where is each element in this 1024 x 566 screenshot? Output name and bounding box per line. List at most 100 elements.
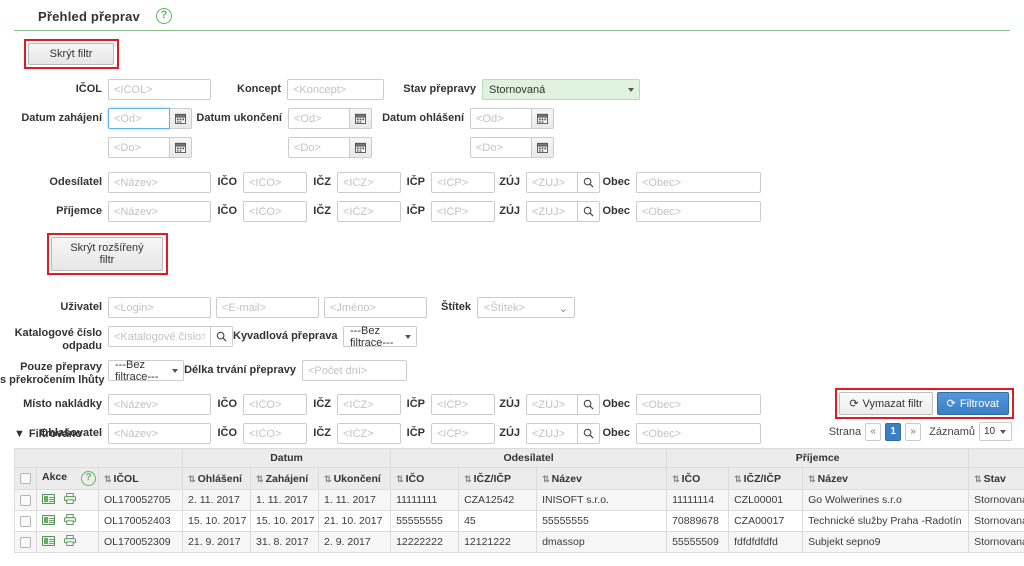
table-row[interactable]: OL170052309 21. 9. 2017 31. 8. 2017 2. 9…	[14, 531, 1024, 553]
koncept-input[interactable]	[287, 79, 384, 100]
row-checkbox[interactable]	[20, 536, 31, 548]
misto-ico-input[interactable]	[243, 394, 307, 415]
ohlasovatel-icz-input[interactable]	[337, 423, 401, 444]
uzivatel-jmeno-input[interactable]	[324, 297, 427, 318]
uzivatel-login-input[interactable]	[108, 297, 211, 318]
datum-zahajeni-to-input[interactable]	[108, 137, 170, 158]
calendar-icon[interactable]	[350, 108, 372, 129]
datum-ohlaseni-to-input[interactable]	[470, 137, 532, 158]
page-next-button[interactable]: »	[905, 422, 922, 441]
calendar-icon[interactable]	[350, 137, 372, 158]
stav-prepravy-select[interactable]: Stornovaná	[482, 79, 640, 100]
page-title: Přehled přeprav	[38, 8, 140, 24]
prijemce-icz-input[interactable]	[337, 201, 401, 222]
column-header-ukonceni[interactable]: ⇅ Ukončení	[318, 467, 392, 490]
calendar-icon[interactable]	[532, 137, 554, 158]
odesilatel-zuj-input[interactable]	[526, 172, 578, 193]
search-icon[interactable]	[578, 201, 600, 222]
column-header-zahajeni[interactable]: ⇅ Zahájení	[250, 467, 320, 490]
filter-row-uzivatel: Uživatel Štítek <Štítek> ⌄	[0, 297, 1024, 318]
delka-input[interactable]	[302, 360, 407, 381]
prijemce-zuj-input[interactable]	[526, 201, 578, 222]
print-icon[interactable]	[64, 514, 76, 526]
ohlasovatel-icp-input[interactable]	[431, 423, 495, 444]
prijemce-ico-input[interactable]	[243, 201, 307, 222]
odesilatel-nazev-input[interactable]	[108, 172, 211, 193]
column-header-icol[interactable]: ⇅ IČOL	[97, 467, 184, 490]
row-checkbox[interactable]	[20, 494, 31, 506]
uzivatel-email-input[interactable]	[216, 297, 319, 318]
table-row[interactable]: OL170052403 15. 10. 2017 15. 10. 2017 21…	[14, 510, 1024, 532]
detail-icon[interactable]	[42, 514, 55, 525]
search-icon[interactable]	[578, 172, 600, 193]
page-size-select[interactable]: 10	[979, 422, 1012, 441]
calendar-icon[interactable]	[532, 108, 554, 129]
column-header-stav[interactable]: ⇅ Stav	[968, 467, 1024, 490]
page-prev-button[interactable]: «	[865, 422, 882, 441]
column-header-prijemce-iczicp[interactable]: ⇅ IČZ/IČP	[728, 467, 804, 490]
row-select-cell[interactable]	[14, 510, 37, 532]
column-header-odesilatel-nazev[interactable]: ⇅ Název	[536, 467, 668, 490]
ohlasovatel-zuj-group	[526, 423, 600, 444]
print-icon[interactable]	[64, 493, 76, 505]
datum-ukonceni-from-input[interactable]	[288, 108, 350, 129]
detail-icon[interactable]	[42, 535, 55, 546]
ohlasovatel-ico-input[interactable]	[243, 423, 307, 444]
misto-icz-input[interactable]	[337, 394, 401, 415]
select-all-header[interactable]	[14, 467, 37, 490]
hide-filter-button[interactable]: Skrýt filtr	[28, 43, 114, 65]
misto-icp-input[interactable]	[431, 394, 495, 415]
misto-nazev-input[interactable]	[108, 394, 211, 415]
pouze-prepravy-select[interactable]: ---Bez filtrace---	[108, 359, 184, 383]
kyvadlova-select[interactable]: ---Bez filtrace---	[343, 325, 417, 349]
search-icon[interactable]	[211, 326, 233, 347]
question-circle-icon[interactable]: ?	[156, 8, 172, 24]
column-header-odesilatel-ico[interactable]: ⇅ IČO	[390, 467, 460, 490]
column-header-prijemce-nazev[interactable]: ⇅ Název	[802, 467, 970, 490]
column-header-ohlaseni[interactable]: ⇅ Ohlášení	[182, 467, 252, 490]
calendar-icon[interactable]	[170, 137, 192, 158]
datum-ukonceni-to-input[interactable]	[288, 137, 350, 158]
print-icon[interactable]	[64, 535, 76, 547]
question-circle-icon[interactable]: ?	[81, 471, 97, 486]
row-checkbox[interactable]	[20, 515, 31, 527]
odesilatel-ico-input[interactable]	[243, 172, 307, 193]
row-select-cell[interactable]	[14, 489, 37, 511]
column-header-odesilatel-iczicp[interactable]: ⇅ IČZ/IČP	[458, 467, 538, 490]
odesilatel-obec-input[interactable]	[636, 172, 761, 193]
calendar-icon[interactable]	[170, 108, 192, 129]
row-odesilatel-nazev: 55555555	[536, 510, 668, 532]
datum-zahajeni-from-input[interactable]	[108, 108, 170, 129]
prijemce-icp-input[interactable]	[431, 201, 495, 222]
misto-obec-input[interactable]	[636, 394, 761, 415]
datum-ohlaseni-to-group	[470, 137, 554, 158]
ohlasovatel-obec-input[interactable]	[636, 423, 761, 444]
icol-input[interactable]	[108, 79, 211, 100]
uzivatel-label: Uživatel	[60, 301, 102, 313]
hide-extended-filter-button[interactable]: Skrýt rozšířený filtr	[51, 237, 163, 271]
search-icon[interactable]	[578, 423, 600, 444]
datum-ohlaseni-from-input[interactable]	[470, 108, 532, 129]
table-row[interactable]: OL170052705 2. 11. 2017 1. 11. 2017 1. 1…	[14, 489, 1024, 511]
detail-icon[interactable]	[42, 493, 55, 504]
ohlasovatel-zuj-input[interactable]	[526, 423, 578, 444]
select-all-checkbox[interactable]	[20, 473, 31, 485]
ohlasovatel-nazev-input[interactable]	[108, 423, 211, 444]
clear-filter-button[interactable]: ⟳ Vymazat filtr	[839, 392, 933, 415]
stitek-select[interactable]: <Štítek> ⌄	[477, 297, 575, 318]
row-select-cell[interactable]	[14, 531, 37, 553]
prijemce-obec-input[interactable]	[636, 201, 761, 222]
katalog-input[interactable]	[108, 326, 211, 347]
prijemce-nazev-input[interactable]	[108, 201, 211, 222]
page-current-button[interactable]: 1	[885, 422, 902, 441]
datum-ukonceni-from-group	[288, 108, 372, 129]
misto-zuj-input[interactable]	[526, 394, 578, 415]
column-header-prijemce-ico[interactable]: ⇅ IČO	[666, 467, 730, 490]
filter-button[interactable]: ⟳ Filtrovat	[936, 392, 1009, 415]
odesilatel-icp-input[interactable]	[431, 172, 495, 193]
refresh-icon: ⟳	[946, 398, 956, 410]
row-stav: Stornovaná	[968, 510, 1024, 532]
row-action-icons	[42, 514, 76, 526]
search-icon[interactable]	[578, 394, 600, 415]
odesilatel-icz-input[interactable]	[337, 172, 401, 193]
